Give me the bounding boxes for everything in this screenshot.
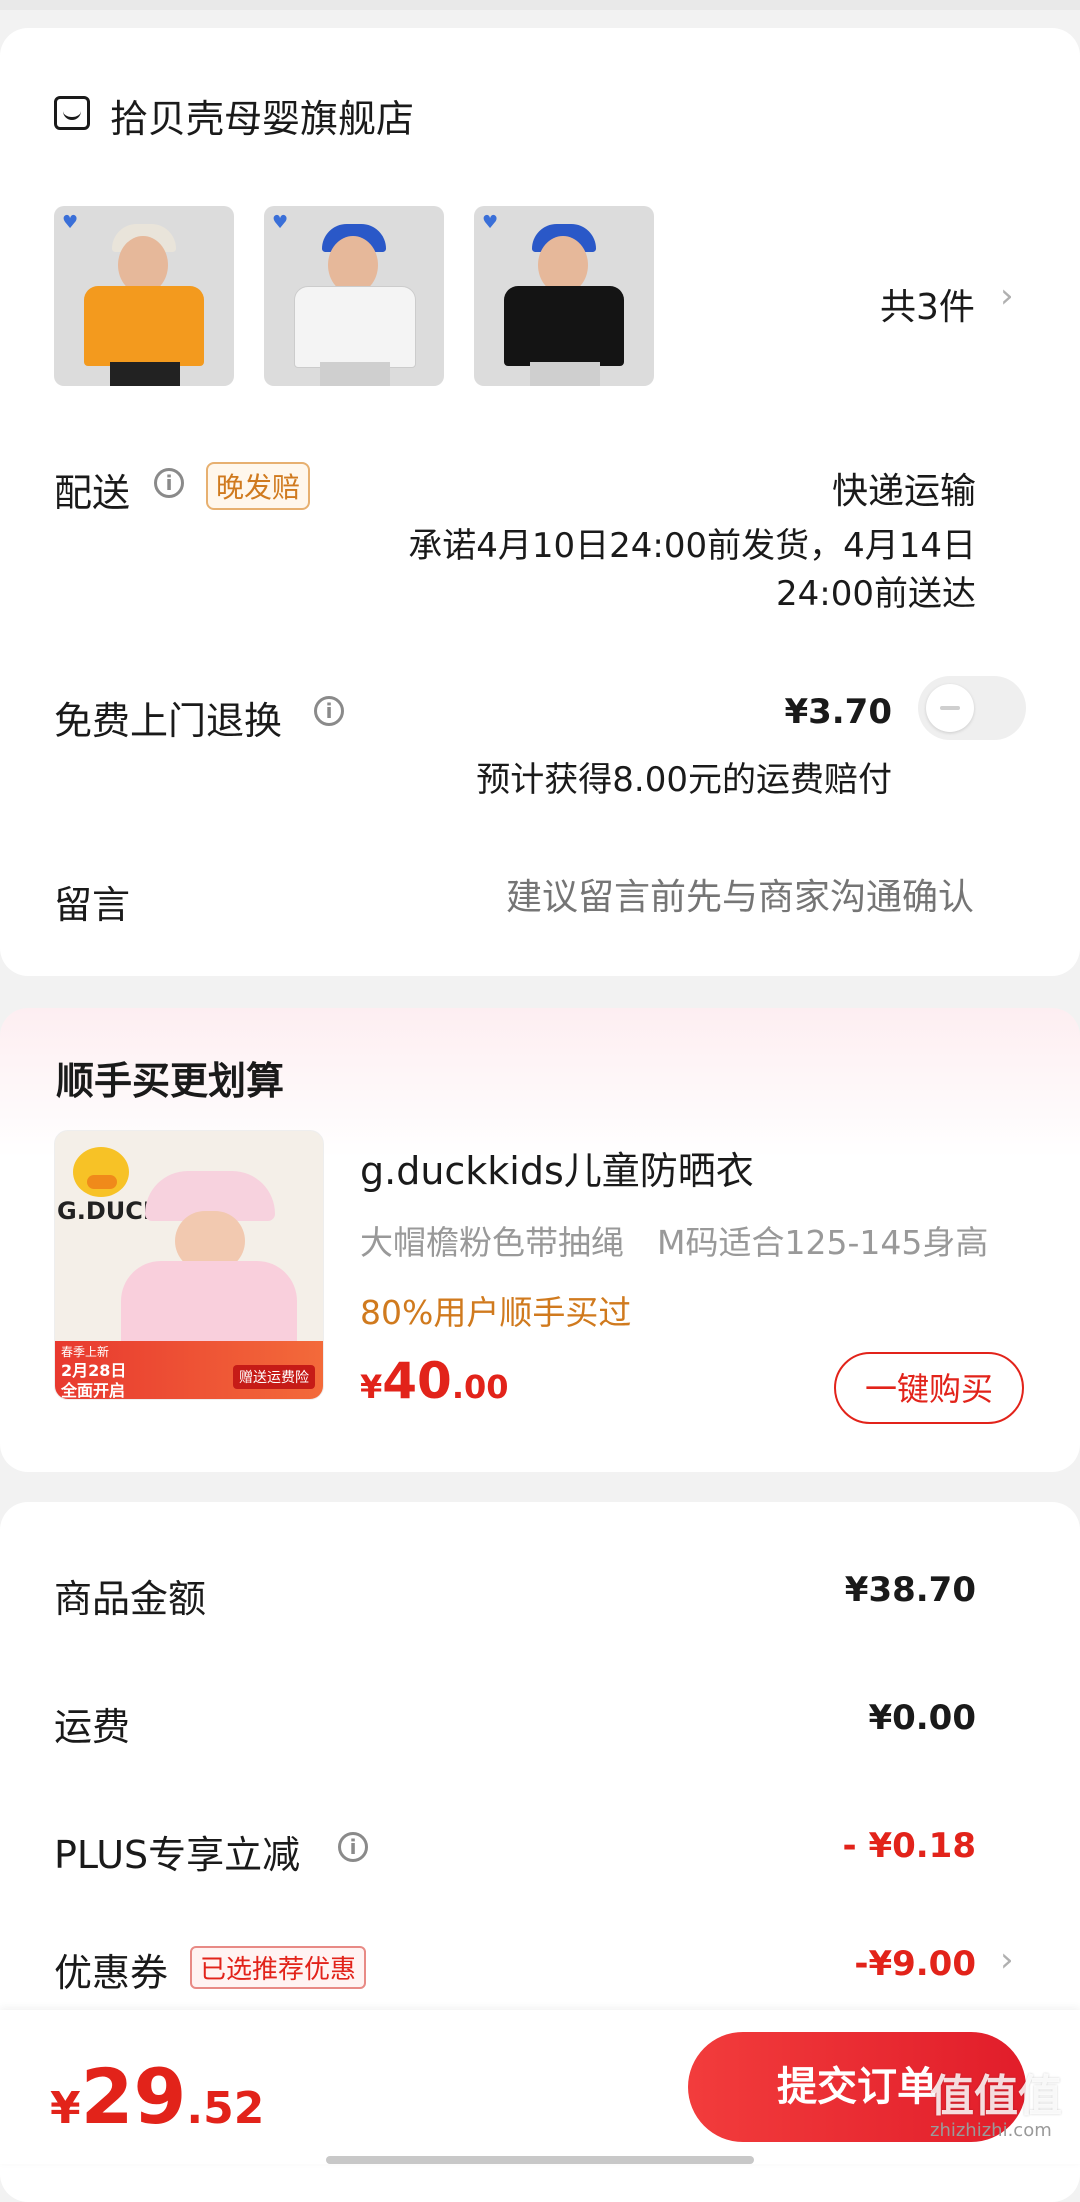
upsell-price: ¥40.00 — [360, 1352, 509, 1410]
upsell-card: 顺手买更划算 G.DUCK 春季上新 2月28日 全面开启 赠送运费险 g.du… — [0, 1008, 1080, 1472]
product-thumb-1[interactable]: ♥ — [54, 206, 234, 386]
upsell-title: 顺手买更划算 — [56, 1059, 285, 1103]
goods-amount-value: ¥38.70 — [844, 1570, 976, 1610]
toggle-knob — [926, 684, 974, 732]
message-label: 留言 — [54, 883, 131, 927]
upsell-social-proof: 80%用户顺手买过 — [360, 1293, 632, 1332]
chevron-right-icon[interactable]: › — [1000, 1940, 1014, 1980]
total-dec: .52 — [186, 2083, 265, 2134]
brand-logo-icon: ♥ — [62, 212, 79, 233]
store-name[interactable]: 拾贝壳母婴旗舰店 — [110, 88, 414, 143]
upsell-product-image[interactable]: G.DUCK 春季上新 2月28日 全面开启 赠送运费险 — [54, 1130, 324, 1400]
price-dec: .00 — [451, 1368, 509, 1406]
brand-logo-icon: ♥ — [272, 212, 289, 233]
store-card: 拾贝壳母婴旗舰店 ♥ ♥ ♥ 共3件 › 配送 i 晚发赔 快递运输 承诺4月1… — [0, 28, 1080, 976]
product-thumb-2[interactable]: ♥ — [264, 206, 444, 386]
shipping-value: ¥0.00 — [868, 1698, 976, 1738]
coupon-label: 优惠券 — [54, 1951, 169, 1995]
total-symbol: ¥ — [50, 2083, 81, 2134]
brand-logo-icon: ♥ — [482, 212, 499, 233]
home-indicator[interactable] — [326, 2156, 754, 2164]
item-count[interactable]: 共3件 — [880, 278, 975, 330]
coupon-badge: 已选推荐优惠 — [190, 1946, 367, 1989]
chevron-right-icon[interactable]: › — [1000, 276, 1014, 316]
info-icon[interactable]: i — [338, 1832, 368, 1862]
return-service-note: 预计获得8.00元的运费赔付 — [476, 760, 892, 800]
shorts — [110, 362, 180, 386]
top-gray-strip — [0, 0, 1080, 10]
total-price: ¥29.52 — [50, 2052, 264, 2141]
tshirt — [84, 286, 204, 366]
goods-amount-label: 商品金额 — [54, 1577, 207, 1621]
message-input[interactable] — [412, 868, 976, 926]
price-int: 40 — [382, 1352, 452, 1410]
watermark: 值值值 — [930, 2071, 1062, 2122]
shorts — [320, 362, 390, 386]
return-service-toggle[interactable] — [918, 676, 1026, 740]
one-click-buy-button[interactable]: 一键购买 — [834, 1352, 1024, 1424]
promo-line3: 全面开启 — [61, 1381, 126, 1400]
watermark-url: zhizhizhi.com — [930, 2120, 1052, 2141]
upsell-product-spec[interactable]: 大帽檐粉色带抽绳 M码适合125-145身高 — [360, 1216, 988, 1264]
late-compensation-badge: 晚发赔 — [206, 462, 311, 510]
info-icon[interactable]: i — [314, 696, 344, 726]
tshirt — [504, 286, 624, 366]
price-symbol: ¥ — [360, 1368, 383, 1406]
return-service-price: ¥3.70 — [784, 692, 892, 732]
total-int: 29 — [80, 2052, 187, 2141]
duck-logo-icon — [73, 1147, 129, 1197]
tshirt — [294, 286, 416, 368]
product-thumb-3[interactable]: ♥ — [474, 206, 654, 386]
promo-banner: 春季上新 2月28日 全面开启 赠送运费险 — [55, 1341, 323, 1399]
delivery-label: 配送 — [54, 471, 131, 515]
footer-bar: ¥29.52 提交订单 值值值 zhizhizhi.com — [0, 2010, 1080, 2164]
delivery-promise-line2: 24:00前送达 — [776, 574, 976, 614]
plus-discount-label: PLUS专享立减 — [54, 1833, 301, 1877]
coupon-value[interactable]: -¥9.00 — [854, 1944, 976, 1984]
info-icon[interactable]: i — [154, 468, 184, 498]
delivery-method[interactable]: 快递运输 — [832, 462, 976, 514]
plus-discount-value: - ¥0.18 — [842, 1826, 977, 1866]
shipping-label: 运费 — [54, 1705, 131, 1749]
upsell-product-name[interactable]: g.duckkids儿童防晒衣 — [360, 1140, 754, 1195]
promo-right: 赠送运费险 — [233, 1365, 315, 1389]
shorts — [530, 362, 600, 386]
store-icon — [54, 96, 90, 130]
delivery-promise-line1: 承诺4月10日24:00前发货，4月14日 — [408, 526, 976, 566]
return-service-label: 免费上门退换 — [54, 699, 283, 743]
